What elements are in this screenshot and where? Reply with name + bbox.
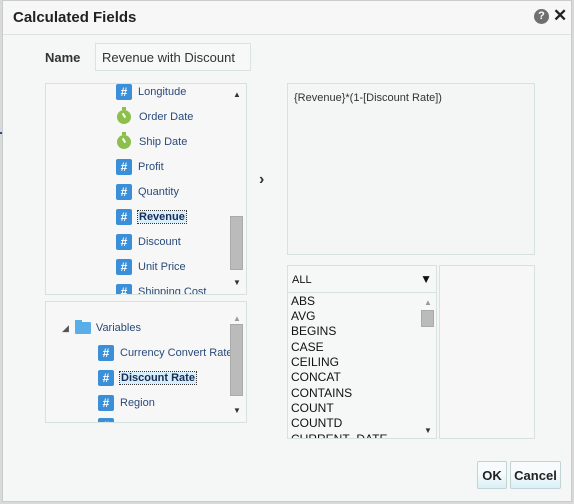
cancel-button[interactable]: Cancel <box>510 461 561 489</box>
dialog-title: Calculated Fields <box>13 9 137 26</box>
chevron-down-icon: ▼ <box>420 272 432 286</box>
function-item[interactable]: BEGINS <box>291 324 336 338</box>
expand-icon[interactable]: ◢ <box>62 323 69 334</box>
field-item-shipping-cost[interactable]: # Shipping Cost <box>116 282 207 295</box>
function-category-value: ALL <box>292 274 312 286</box>
field-item-ship-date[interactable]: Ship Date <box>116 132 187 152</box>
function-item[interactable]: COUNT <box>291 401 334 415</box>
variable-label: Region <box>120 397 155 409</box>
number-icon: # <box>116 184 132 200</box>
field-label: Ship Date <box>139 136 188 148</box>
name-input[interactable] <box>95 43 251 71</box>
scroll-up-icon[interactable]: ▲ <box>233 90 241 99</box>
fields-scrollbar-thumb[interactable] <box>230 216 243 270</box>
date-icon <box>117 107 131 124</box>
scroll-down-icon[interactable]: ▼ <box>233 278 241 287</box>
scroll-up-icon[interactable]: ▲ <box>424 298 432 307</box>
function-item[interactable]: AVG <box>291 309 315 323</box>
scroll-down-icon[interactable]: ▼ <box>233 406 241 415</box>
field-item-quantity[interactable]: # Quantity <box>116 182 179 202</box>
field-item-unit-price[interactable]: # Unit Price <box>116 257 186 277</box>
folder-label: Variables <box>95 322 141 334</box>
formula-text[interactable]: {Revenue}*(1-[Discount Rate]) <box>294 92 442 104</box>
field-label: Unit Price <box>138 261 186 273</box>
variable-item-currency-convert-rate[interactable]: # Currency Convert Rate <box>98 343 233 363</box>
field-label: Profit <box>138 161 164 173</box>
variable-item-partial[interactable]: # <box>98 416 120 422</box>
scroll-down-icon[interactable]: ▼ <box>424 426 432 435</box>
variable-label: Currency Convert Rate <box>120 347 233 359</box>
function-item[interactable]: CONTAINS <box>291 386 352 400</box>
field-label: Order Date <box>139 111 194 123</box>
number-icon: # <box>116 234 132 250</box>
number-icon: # <box>116 284 132 294</box>
functions-scrollbar-thumb[interactable] <box>421 310 434 327</box>
variables-list: ◢ Variables # Currency Convert Rate # Di… <box>45 301 247 423</box>
dialog-titlebar: Calculated Fields ? ✕ <box>3 1 571 35</box>
function-item[interactable]: CEILING <box>291 355 339 369</box>
folder-icon <box>74 320 91 334</box>
insert-arrow-icon[interactable]: › <box>259 171 264 189</box>
calculated-fields-dialog: Calculated Fields ? ✕ Name # Longitude O… <box>2 0 572 502</box>
field-item-discount[interactable]: # Discount <box>116 232 181 252</box>
variables-scrollbar-thumb[interactable] <box>230 324 243 396</box>
close-icon[interactable]: ✕ <box>553 6 567 26</box>
number-icon: # <box>98 345 114 361</box>
date-icon <box>117 132 131 149</box>
variable-item-region[interactable]: # Region <box>98 393 155 413</box>
field-item-order-date[interactable]: Order Date <box>116 107 193 127</box>
functions-list: ALL ▼ ABS AVG BEGINS CASE CEILING CONCAT… <box>287 265 437 439</box>
name-label: Name <box>45 50 81 65</box>
function-category-select[interactable]: ALL ▼ <box>288 266 436 293</box>
formula-editor[interactable]: {Revenue}*(1-[Discount Rate]) <box>287 83 535 255</box>
field-item-revenue[interactable]: # Revenue <box>116 207 187 227</box>
fields-list: # Longitude Order Date Ship Date # Profi… <box>45 83 247 295</box>
field-item-profit[interactable]: # Profit <box>116 157 164 177</box>
number-icon: # <box>98 418 114 422</box>
number-icon: # <box>116 159 132 175</box>
function-item[interactable]: CASE <box>291 340 324 354</box>
scroll-up-icon[interactable]: ▲ <box>233 314 241 323</box>
field-label: Longitude <box>138 86 187 98</box>
number-icon: # <box>98 395 114 411</box>
variables-folder[interactable]: ◢ Variables <box>62 318 141 338</box>
field-label: Quantity <box>138 186 179 198</box>
field-label: Shipping Cost <box>138 286 207 295</box>
variable-label-selected: Discount Rate <box>119 371 197 385</box>
function-description-panel <box>439 265 535 439</box>
function-item[interactable]: CONCAT <box>291 370 341 384</box>
help-icon[interactable]: ? <box>534 9 549 24</box>
field-item-longitude[interactable]: # Longitude <box>116 84 187 102</box>
function-item[interactable]: COUNTD <box>291 416 342 430</box>
function-item[interactable]: CURRENT_DATE <box>291 432 387 438</box>
number-icon: # <box>116 209 132 225</box>
number-icon: # <box>98 370 114 386</box>
field-label-selected: Revenue <box>137 210 187 224</box>
variable-item-discount-rate[interactable]: # Discount Rate <box>98 368 197 388</box>
number-icon: # <box>116 84 132 100</box>
ok-button[interactable]: OK <box>477 461 507 489</box>
function-item[interactable]: ABS <box>291 294 315 308</box>
number-icon: # <box>116 259 132 275</box>
field-label: Discount <box>138 236 181 248</box>
